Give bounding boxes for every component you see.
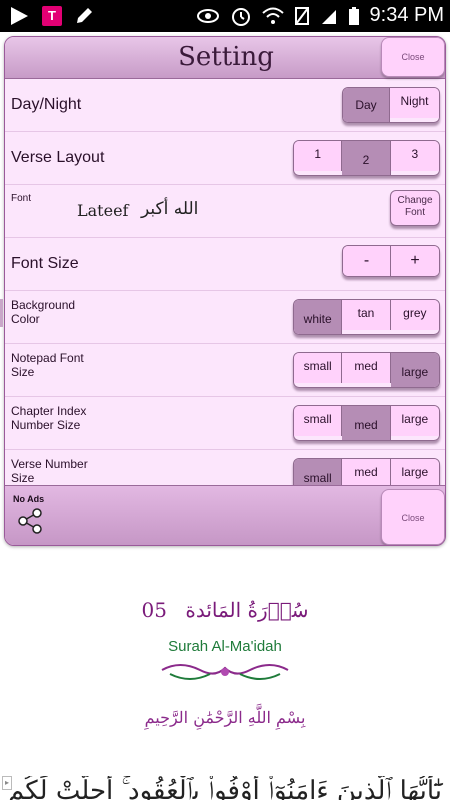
alarm-icon [231,7,250,26]
verse-number-size-toggle: small med large [293,458,440,485]
background-color-label-1: Background [11,298,76,312]
verse-number-size-label-2: Size [11,471,35,485]
change-font-label-2: Font [404,207,425,218]
verse-med-option[interactable]: med [342,459,391,485]
wifi-icon [261,7,284,24]
verse-large-option[interactable]: large [390,459,439,485]
layout-3-option[interactable]: 3 [390,141,439,171]
scroll-edge-indicator [0,299,3,327]
background-color-label-2: Color [11,312,40,326]
setting-day-night: Day/Night Day Night [5,79,445,132]
no-ads-label[interactable]: No Ads [13,494,44,504]
surah-header: 05 سُوۡرَةُ المَائدة Surah Al-Ma'idah بِ… [0,548,450,800]
background-color-label: Background Color [11,298,75,326]
close-button-top[interactable]: Close [381,37,445,77]
battery-icon [348,6,359,25]
chapter-index-size-label-1: Chapter Index [11,404,87,418]
setting-verse-layout: Verse Layout 1 2 3 [5,132,445,185]
chapter-index-size-toggle: small med large [293,405,440,441]
status-right-icons: 9:34 PM [196,4,444,27]
change-font-label-1: Change [397,195,433,206]
setting-font: Font Lateef الله أكبر Change Font [5,185,445,238]
setting-font-size: Font Size - + [5,238,445,291]
scroll-marker-icon: ▸ [2,776,12,790]
dialog-footer: No Ads [5,485,445,545]
signal-icon [321,9,336,24]
notepad-font-size-label: Notepad Font Size [11,351,84,379]
bg-tan-option[interactable]: tan [342,300,391,330]
notepad-font-size-toggle: small med large [293,352,440,388]
no-sim-icon [294,6,309,25]
verse-layout-label: Verse Layout [11,149,105,166]
chapter-med-option[interactable]: med [342,406,391,440]
chapter-large-option[interactable]: large [390,406,439,436]
setting-notepad-font-size: Notepad Font Size small med large [5,344,445,397]
night-option[interactable]: Night [390,88,439,118]
chapter-index-size-label: Chapter Index Number Size [11,404,86,432]
verse-layout-toggle: 1 2 3 [293,140,440,176]
notepad-med-option[interactable]: med [342,353,391,383]
pencil-icon [77,8,92,23]
notepad-small-option[interactable]: small [294,353,343,383]
surah-title: 05 سُوۡرَةُ المَائدة [0,598,450,622]
verse-text: يَٰٓأَيُّهَا ٱلَّذِينَ ءَامَنُوٓا۟ أَوْف… [8,776,442,800]
verse-number-size-label-1: Verse Number [11,457,88,471]
notepad-font-size-label-2: Size [11,365,35,379]
font-size-minus-button[interactable]: - [343,246,392,276]
basmala: بِسْمِ اللَّهِ الرَّحْمَٰنِ الرَّحِيمِ [144,708,306,727]
surah-english-name: Surah Al-Ma'idah [168,638,282,655]
dialog-title: Setting [178,42,274,72]
eye-icon [196,8,219,23]
day-night-label: Day/Night [11,96,82,113]
settings-dialog: Setting Close Day/Night Day Night Verse … [4,36,446,546]
share-icon[interactable] [17,508,43,534]
setting-chapter-index-number-size: Chapter Index Number Size small med larg… [5,397,445,450]
clock: 9:34 PM [369,4,444,26]
background-color-toggle: white tan grey [293,299,440,335]
day-option[interactable]: Day [343,88,391,122]
setting-verse-number-size: Verse Number Size small med large [5,450,445,485]
tmobile-icon: T [42,6,62,26]
status-left-icons: T [8,5,94,27]
font-name-preview: Lateef [77,201,129,220]
status-bar: T 9:34 PM [0,0,450,32]
setting-background-color: Background Color white tan grey [5,291,445,344]
font-label: Font [11,193,32,204]
chapter-index-size-label-2: Number Size [11,418,81,432]
dialog-header: Setting [5,37,445,79]
notepad-font-size-label-1: Notepad Font [11,351,84,365]
font-size-plus-button[interactable]: + [391,246,439,276]
change-font-button[interactable]: Change Font [390,190,440,226]
ornament-divider [161,664,289,680]
surah-number: 05 [141,598,167,622]
bg-white-option[interactable]: white [294,300,343,334]
play-icon [11,7,28,25]
font-size-label: Font Size [11,255,79,272]
font-arabic-preview: الله أكبر [141,199,199,219]
bg-grey-option[interactable]: grey [390,300,439,330]
settings-list[interactable]: Day/Night Day Night Verse Layout 1 2 3 F… [5,79,445,485]
verse-number-size-label: Verse Number Size [11,457,88,485]
close-button-bottom[interactable]: Close [381,489,445,545]
day-night-toggle: Day Night [342,87,440,123]
surah-arabic-name: سُوۡرَةُ المَائدة [185,598,309,622]
notepad-large-option[interactable]: large [390,353,439,387]
verse-small-option[interactable]: small [294,459,343,485]
layout-1-option[interactable]: 1 [294,141,343,171]
layout-2-option[interactable]: 2 [342,141,391,175]
font-size-stepper: - + [342,245,440,277]
chapter-small-option[interactable]: small [294,406,343,436]
